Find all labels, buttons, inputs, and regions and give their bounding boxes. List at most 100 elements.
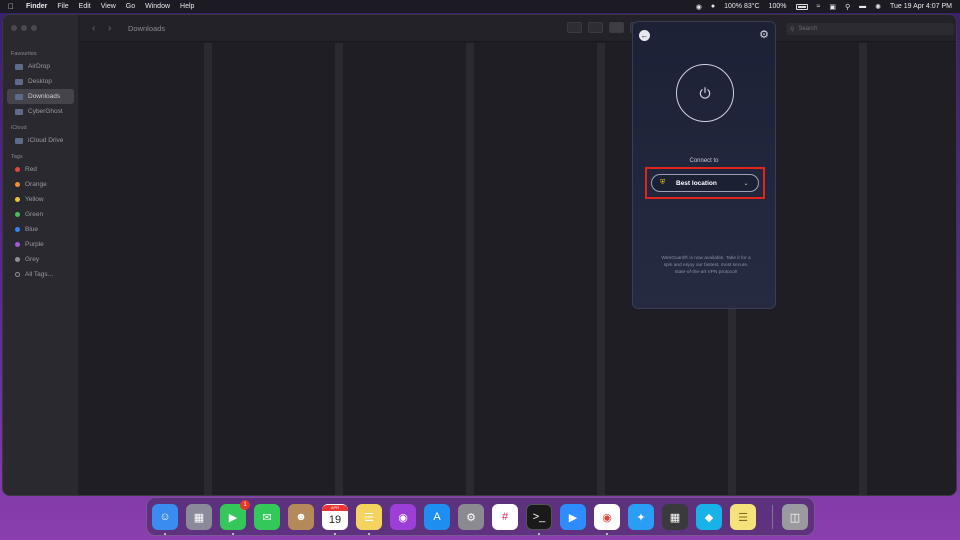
sidebar-tag-grey[interactable]: Grey (7, 252, 74, 267)
minimize-window-button[interactable] (21, 25, 27, 31)
running-indicator (538, 533, 540, 535)
browser-column[interactable] (212, 43, 336, 495)
battery-percent[interactable]: 100% (769, 3, 787, 10)
column-view-button[interactable] (609, 22, 624, 33)
calculator-icon[interactable]: ▦ (662, 504, 688, 530)
menu-app-name[interactable]: Finder (26, 3, 47, 10)
running-indicator (334, 533, 336, 535)
search-input[interactable]: ⚲ Search (786, 23, 954, 35)
messages-icon[interactable]: ✉ (254, 504, 280, 530)
battery-icon[interactable] (795, 3, 808, 10)
menu-window[interactable]: Window (145, 3, 170, 10)
menu-file[interactable]: File (57, 3, 68, 10)
tag-dot-icon (15, 212, 20, 217)
chrome-icon[interactable]: ◉ (594, 504, 620, 530)
browser-column[interactable] (867, 43, 956, 495)
finder-icon[interactable]: ☺ (152, 504, 178, 530)
tag-dot-icon (15, 197, 20, 202)
gear-icon: ⚙ (759, 29, 769, 41)
running-indicator (368, 533, 370, 535)
folder-icon (15, 108, 23, 115)
sidebar-tag-purple[interactable]: Purple (7, 237, 74, 252)
browser-column[interactable] (474, 43, 598, 495)
close-window-button[interactable] (11, 25, 17, 31)
control-center-icon[interactable]: ▣ (829, 3, 836, 11)
sidebar-item-icloud-drive[interactable]: iCloud Drive (7, 133, 74, 148)
sidebar-item-airdrop[interactable]: AirDrop (7, 59, 74, 74)
system-preferences-icon[interactable]: ⚙ (458, 504, 484, 530)
stickies-icon[interactable]: ☰ (730, 504, 756, 530)
window-controls (3, 15, 78, 31)
status-temp[interactable]: 100% 83°C (724, 3, 760, 10)
tag-label: Purple (25, 241, 44, 248)
tag-label: Red (25, 166, 37, 173)
column-browser (80, 43, 956, 495)
column-resize-handle[interactable] (204, 43, 212, 495)
desktop-icon (15, 78, 23, 85)
column-resize-handle[interactable] (859, 43, 867, 495)
list-view-button[interactable] (588, 22, 603, 33)
column-resize-handle[interactable] (466, 43, 474, 495)
sidebar-item-label: Desktop (28, 78, 52, 85)
menu-edit[interactable]: Edit (79, 3, 91, 10)
zoom-window-button[interactable] (31, 25, 37, 31)
cyberghost-menu-icon[interactable]: ◉ (696, 3, 702, 11)
column-resize-handle[interactable] (335, 43, 343, 495)
finder-toolbar: ‹ › Downloads ⚲ Search (80, 15, 956, 42)
app-store-icon[interactable]: A (424, 504, 450, 530)
kodi-icon[interactable]: ◆ (696, 504, 722, 530)
launchpad-icon[interactable]: ▦ (186, 504, 212, 530)
sidebar-tag-red[interactable]: Red (7, 162, 74, 177)
apple-icon[interactable]:  (8, 2, 16, 11)
tag-dot-icon (15, 167, 20, 172)
browser-column[interactable] (343, 43, 467, 495)
menu-help[interactable]: Help (180, 3, 194, 10)
clock[interactable]: Tue 19 Apr 4:07 PM (890, 3, 952, 10)
back-button[interactable]: ← (639, 30, 650, 41)
sidebar-tag-yellow[interactable]: Yellow (7, 192, 74, 207)
sidebar-tag-green[interactable]: Green (7, 207, 74, 222)
safari-icon[interactable]: ✦ (628, 504, 654, 530)
sidebar-item-desktop[interactable]: Desktop (7, 74, 74, 89)
sidebar-item-label: Downloads (28, 93, 61, 100)
finder-window: Favourites AirDrop Desktop Downloads Cyb… (2, 14, 957, 496)
toggle-icon[interactable]: ▬ (859, 3, 866, 10)
podcasts-icon[interactable]: ◉ (390, 504, 416, 530)
back-arrow-icon[interactable]: ‹ (92, 23, 102, 34)
zoom-icon[interactable]: ▶ (560, 504, 586, 530)
wifi-icon[interactable]: ≈ (817, 3, 821, 10)
calendar-icon[interactable]: APR 19 (322, 504, 348, 530)
facetime-icon[interactable]: ▶ 1 (220, 500, 250, 530)
menu-view[interactable]: View (101, 3, 116, 10)
cloud-icon (15, 137, 23, 144)
tag-dot-icon (15, 227, 20, 232)
temperature-drop-icon[interactable]: ● (711, 3, 715, 10)
sidebar-tag-blue[interactable]: Blue (7, 222, 74, 237)
spotlight-icon[interactable]: ⚲ (845, 3, 850, 11)
slack-icon[interactable]: # (492, 504, 518, 530)
sidebar-tag-orange[interactable]: Orange (7, 177, 74, 192)
icon-view-button[interactable] (567, 22, 582, 33)
location-selector[interactable]: ⛨ Best location ⌄ (651, 174, 759, 192)
menu-go[interactable]: Go (126, 3, 135, 10)
column-resize-handle[interactable] (597, 43, 605, 495)
power-button[interactable] (676, 64, 734, 122)
calendar-month: APR (322, 505, 348, 511)
siri-icon[interactable]: ✺ (875, 3, 881, 11)
contacts-icon[interactable]: ☻ (288, 504, 314, 530)
tag-label: Blue (25, 226, 39, 233)
settings-button[interactable]: ⚙ (757, 28, 771, 41)
tag-label: Orange (25, 181, 47, 188)
terminal-icon[interactable]: >_ (526, 504, 552, 530)
browser-column[interactable] (80, 43, 204, 495)
connect-to-label: Connect to (689, 158, 719, 164)
sidebar-all-tags[interactable]: All Tags... (7, 267, 74, 282)
running-indicator (232, 533, 234, 535)
forward-arrow-icon[interactable]: › (108, 23, 118, 34)
wireguard-notice: WireGuard® is now available. Take it for… (661, 256, 751, 275)
sidebar-item-downloads[interactable]: Downloads (7, 89, 74, 104)
sidebar-item-cyberghost[interactable]: CyberGhost (7, 104, 74, 119)
trash-icon[interactable]: ◫ (782, 504, 808, 530)
notes-icon[interactable]: ☰ (356, 504, 382, 530)
back-arrow-icon: ← (640, 31, 649, 40)
